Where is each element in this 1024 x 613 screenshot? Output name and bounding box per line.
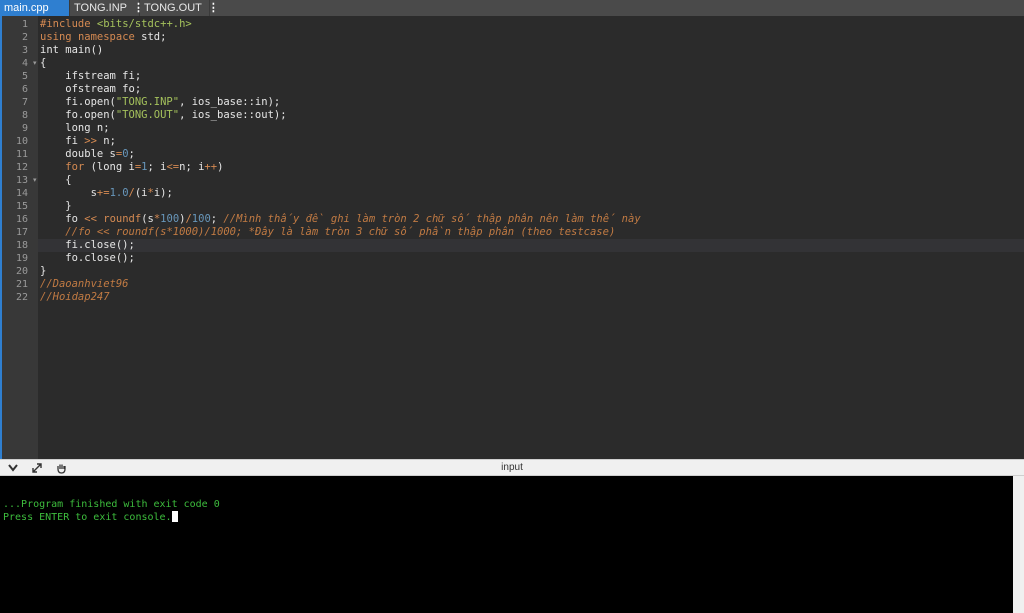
console-prompt-text: Press ENTER to exit console. xyxy=(3,512,172,523)
code-text: { xyxy=(40,57,47,69)
code-line[interactable]: int main() xyxy=(38,44,1024,57)
code-line[interactable]: ifstream fi; xyxy=(38,70,1024,83)
code-line[interactable]: long n; xyxy=(38,122,1024,135)
line-number: 19 xyxy=(15,253,28,264)
tab-bar: main.cpp TONG.INP ⋮ TONG.OUT ⋮ xyxy=(0,0,1024,16)
line-number: 18 xyxy=(15,240,28,251)
fold-toggle-icon[interactable]: ▾ xyxy=(33,174,37,187)
code-text: double s=0; xyxy=(40,148,135,160)
code-line[interactable]: //fo << roundf(s*1000)/1000; *Đây là làm… xyxy=(38,226,1024,239)
console-exit-line: ...Program finished with exit code 0 xyxy=(3,499,220,510)
tab-label: TONG.OUT xyxy=(144,2,202,14)
fold-toggle-icon[interactable]: ▾ xyxy=(33,57,37,70)
line-number: 2 xyxy=(21,32,28,43)
code-text: { xyxy=(40,174,72,186)
code-line[interactable]: using namespace std; xyxy=(38,31,1024,44)
code-text: fi >> n; xyxy=(40,135,116,147)
code-line[interactable]: fi.close(); xyxy=(38,239,1024,252)
code-text: fo.open("TONG.OUT", ios_base::out); xyxy=(40,109,287,121)
text-cursor xyxy=(171,511,178,522)
line-number: 3 xyxy=(21,45,28,56)
code-text: fi.close(); xyxy=(40,239,135,251)
console-prompt-line: Press ENTER to exit console. xyxy=(3,511,178,524)
line-number: 6 xyxy=(21,84,28,95)
code-line[interactable]: fo.close(); xyxy=(38,252,1024,265)
line-number: 7 xyxy=(21,97,28,108)
line-number: 21 xyxy=(15,279,28,290)
code-text: } xyxy=(40,265,47,277)
code-line[interactable]: fi >> n; xyxy=(38,135,1024,148)
code-line[interactable]: } xyxy=(38,265,1024,278)
code-area[interactable]: #include <bits/stdc++.h> using namespace … xyxy=(38,16,1024,459)
code-text: ofstream fo; xyxy=(40,83,142,95)
code-line[interactable]: //Daoanhviet96 xyxy=(38,278,1024,291)
panel-splitter[interactable]: input xyxy=(0,459,1024,476)
line-number: 12 xyxy=(15,162,28,173)
line-number: 14 xyxy=(15,188,28,199)
code-text: int main() xyxy=(40,44,104,56)
tab-tong-inp[interactable]: TONG.INP ⋮ xyxy=(70,0,144,16)
line-number: 9 xyxy=(21,123,28,134)
line-number: 17 xyxy=(15,227,28,238)
code-text: } xyxy=(40,200,72,212)
code-line[interactable]: } xyxy=(38,200,1024,213)
line-number-gutter: 1 2 3 4 ▾ 5 6 7 8 9 10 11 12 13 ▾ 14 15 16 17 18 19 20 21 22 xyxy=(0,16,38,459)
line-number: 20 xyxy=(15,266,28,277)
line-number: 10 xyxy=(15,136,28,147)
code-line[interactable]: fo << roundf(s*100)/100; //Mình thấy đề … xyxy=(38,213,1024,226)
code-text: s+=1.0/(i*i); xyxy=(40,187,173,199)
tab-main-cpp[interactable]: main.cpp xyxy=(0,0,70,16)
code-line[interactable]: double s=0; xyxy=(38,148,1024,161)
code-text: fo.close(); xyxy=(40,252,135,264)
console-scrollbar[interactable] xyxy=(1013,476,1024,613)
code-line[interactable]: { xyxy=(38,174,1024,187)
code-text: long n; xyxy=(40,122,110,134)
line-number: 16 xyxy=(15,214,28,225)
code-line[interactable]: //Hoidap247 xyxy=(38,291,1024,304)
line-number: 22 xyxy=(15,292,28,303)
code-line[interactable]: { xyxy=(38,57,1024,70)
code-text: ifstream fi; xyxy=(40,70,142,82)
line-number: 8 xyxy=(21,110,28,121)
code-text: #include <bits/stdc++.h> xyxy=(40,18,192,30)
code-text: fo << roundf(s*100)/100; //Mình thấy đề … xyxy=(40,213,641,225)
code-editor[interactable]: 1 2 3 4 ▾ 5 6 7 8 9 10 11 12 13 ▾ 14 15 16 17 18 19 20 21 22 #i… xyxy=(0,16,1024,459)
tab-label: TONG.INP xyxy=(74,2,127,14)
code-line[interactable]: s+=1.0/(i*i); xyxy=(38,187,1024,200)
line-number: 1 xyxy=(21,19,28,30)
console-output[interactable]: ...Program finished with exit code 0 Pre… xyxy=(0,476,1013,613)
code-line[interactable]: fo.open("TONG.OUT", ios_base::out); xyxy=(38,109,1024,122)
code-text: for (long i=1; i<=n; i++) xyxy=(65,161,224,173)
line-number: 5 xyxy=(21,71,28,82)
code-line[interactable]: ofstream fo; xyxy=(38,83,1024,96)
tab-tong-out[interactable]: TONG.OUT ⋮ xyxy=(140,0,219,16)
code-line[interactable]: for (long i=1; i<=n; i++) xyxy=(38,161,1024,174)
line-number: 4 xyxy=(21,58,28,69)
code-text: //Hoidap247 xyxy=(40,291,110,303)
line-number: 15 xyxy=(15,201,28,212)
line-number: 13 xyxy=(15,175,28,186)
code-text: using namespace std; xyxy=(40,31,167,43)
code-text: fi.open("TONG.INP", ios_base::in); xyxy=(40,96,281,108)
code-text: //fo << roundf(s*1000)/1000; *Đây là làm… xyxy=(65,226,616,238)
line-number: 11 xyxy=(15,149,28,160)
kebab-menu-icon[interactable]: ⋮ xyxy=(208,0,219,16)
code-line[interactable]: #include <bits/stdc++.h> xyxy=(38,18,1024,31)
code-text: //Daoanhviet96 xyxy=(40,278,129,290)
code-line[interactable]: fi.open("TONG.INP", ios_base::in); xyxy=(38,96,1024,109)
panel-title: input xyxy=(501,462,523,473)
tab-label: main.cpp xyxy=(4,2,49,14)
